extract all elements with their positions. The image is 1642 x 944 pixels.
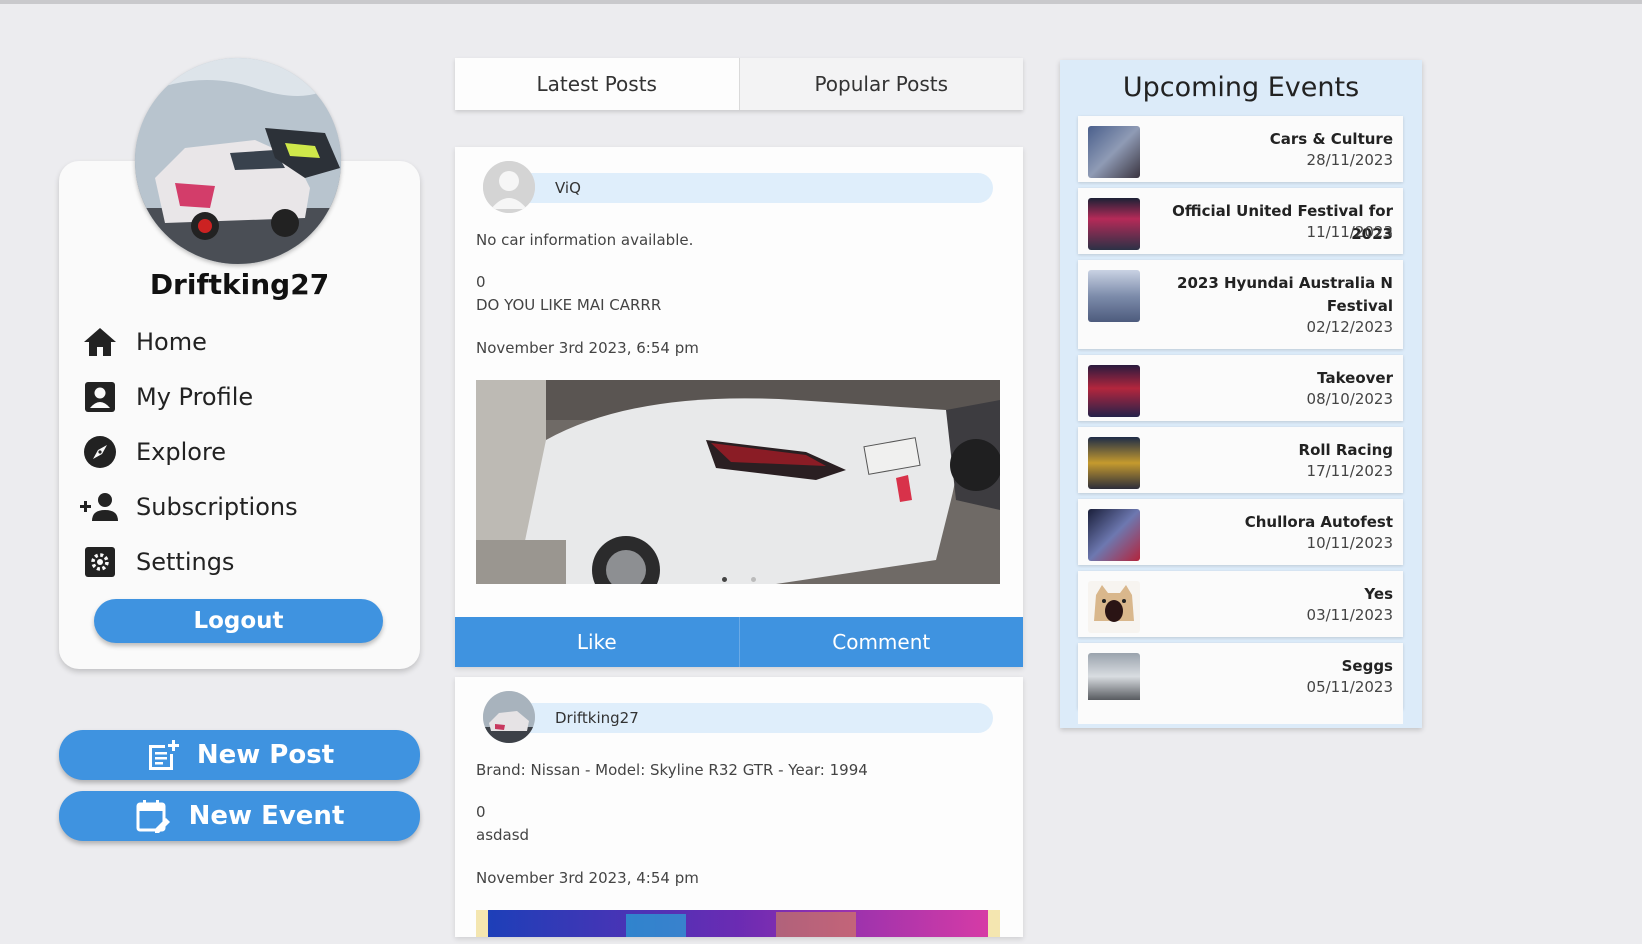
event-date: 28/11/2023 xyxy=(1306,151,1393,169)
profile-icon xyxy=(80,377,120,417)
event-date: 17/11/2023 xyxy=(1306,462,1393,480)
new-post-icon xyxy=(148,740,179,770)
calendar-edit-icon xyxy=(136,800,170,833)
post-image[interactable] xyxy=(476,380,1000,584)
logout-button[interactable]: Logout xyxy=(94,599,383,643)
event-name: Seggs xyxy=(1341,657,1393,675)
event-name: Yes xyxy=(1364,585,1393,603)
event-thumbnail xyxy=(1088,126,1140,178)
event-date: 05/11/2023 xyxy=(1306,678,1393,696)
author-avatar[interactable] xyxy=(483,691,535,743)
profile-username: Driftking27 xyxy=(149,268,330,301)
top-divider xyxy=(0,0,1642,4)
event-name: 2023 Hyundai Australia N Festival xyxy=(1177,274,1393,315)
event-thumbnail xyxy=(1088,365,1140,417)
post-caption: asdasd xyxy=(476,826,530,844)
new-event-button[interactable]: New Event xyxy=(59,791,420,841)
post-like-count: 0 xyxy=(476,803,486,821)
post-like-count: 0 xyxy=(476,273,486,291)
post-card: Driftking27 Brand: Nissan - Model: Skyli… xyxy=(455,677,1023,937)
nav-explore-label: Explore xyxy=(136,438,227,466)
nav-settings[interactable]: Settings xyxy=(80,540,234,584)
nav-home-label: Home xyxy=(136,328,207,356)
nav-explore[interactable]: Explore xyxy=(80,430,226,474)
event-item[interactable]: Yes 03/11/2023 xyxy=(1078,571,1403,637)
post-author[interactable]: ViQ xyxy=(555,179,581,197)
nav-subscriptions-label: Subscriptions xyxy=(136,493,298,521)
add-person-icon xyxy=(80,487,120,527)
author-avatar[interactable] xyxy=(483,161,535,213)
image-carousel-dots[interactable] xyxy=(455,577,1023,582)
event-date: 11/11/2023 xyxy=(1306,223,1393,241)
nav-subscriptions[interactable]: Subscriptions xyxy=(80,485,298,529)
event-thumbnail xyxy=(1088,198,1140,250)
event-thumbnail xyxy=(1088,509,1140,561)
carousel-dot-active[interactable] xyxy=(722,577,727,582)
post-car-info: Brand: Nissan - Model: Skyline R32 GTR -… xyxy=(476,761,868,779)
post-header: Driftking27 xyxy=(483,691,993,743)
tab-latest-posts[interactable]: Latest Posts xyxy=(455,58,739,110)
post-timestamp: November 3rd 2023, 4:54 pm xyxy=(476,869,699,887)
event-date: 03/11/2023 xyxy=(1306,606,1393,624)
events-title: Upcoming Events xyxy=(1122,72,1360,103)
event-item[interactable]: Roll Racing 17/11/2023 xyxy=(1078,427,1403,493)
feed-tabs: Latest Posts Popular Posts xyxy=(455,58,1023,110)
event-date: 08/10/2023 xyxy=(1306,390,1393,408)
post-actions: Like Comment xyxy=(455,617,1023,667)
post-author[interactable]: Driftking27 xyxy=(555,709,639,727)
compass-icon xyxy=(80,432,120,472)
nav-home[interactable]: Home xyxy=(80,320,207,364)
profile-avatar[interactable] xyxy=(135,58,341,264)
post-timestamp: November 3rd 2023, 6:54 pm xyxy=(476,339,699,357)
event-name: Takeover xyxy=(1317,369,1393,387)
nav-my-profile[interactable]: My Profile xyxy=(80,375,253,419)
home-icon xyxy=(80,322,120,362)
upcoming-events-panel: Upcoming Events Cars & Culture 28/11/202… xyxy=(1060,60,1422,728)
like-button[interactable]: Like xyxy=(455,617,739,667)
post-card: ViQ No car information available. 0 DO Y… xyxy=(455,147,1023,667)
event-name: Roll Racing xyxy=(1298,441,1393,459)
tab-popular-posts[interactable]: Popular Posts xyxy=(738,58,1023,110)
event-item[interactable]: Takeover 08/10/2023 xyxy=(1078,355,1403,421)
event-item[interactable]: Cars & Culture 28/11/2023 xyxy=(1078,116,1403,182)
post-car-info: No car information available. xyxy=(476,231,694,249)
event-thumbnail xyxy=(1088,270,1140,322)
event-thumbnail xyxy=(1088,653,1140,705)
event-item[interactable]: Official United Festival for 2023 11/11/… xyxy=(1078,188,1403,254)
event-item[interactable]: Chullora Autofest 10/11/2023 xyxy=(1078,499,1403,565)
post-image[interactable] xyxy=(476,910,1000,937)
comment-button[interactable]: Comment xyxy=(738,617,1024,667)
event-name: Cars & Culture xyxy=(1269,130,1393,148)
nav-my-profile-label: My Profile xyxy=(136,383,254,411)
event-thumbnail xyxy=(1088,581,1140,633)
event-item[interactable]: 2023 Hyundai Australia N Festival 02/12/… xyxy=(1078,260,1403,349)
post-caption: DO YOU LIKE MAI CARRR xyxy=(476,296,662,314)
event-name: Chullora Autofest xyxy=(1244,513,1393,531)
new-post-button[interactable]: New Post xyxy=(59,730,420,780)
nav-settings-label: Settings xyxy=(136,548,235,576)
event-thumbnail xyxy=(1088,437,1140,489)
gear-icon xyxy=(80,542,120,582)
new-post-label: New Post xyxy=(196,740,335,770)
events-list-end xyxy=(1078,700,1403,724)
event-date: 02/12/2023 xyxy=(1306,318,1393,336)
event-date: 10/11/2023 xyxy=(1306,534,1393,552)
post-header: ViQ xyxy=(483,161,993,213)
carousel-dot[interactable] xyxy=(751,577,756,582)
new-event-label: New Event xyxy=(188,801,345,831)
